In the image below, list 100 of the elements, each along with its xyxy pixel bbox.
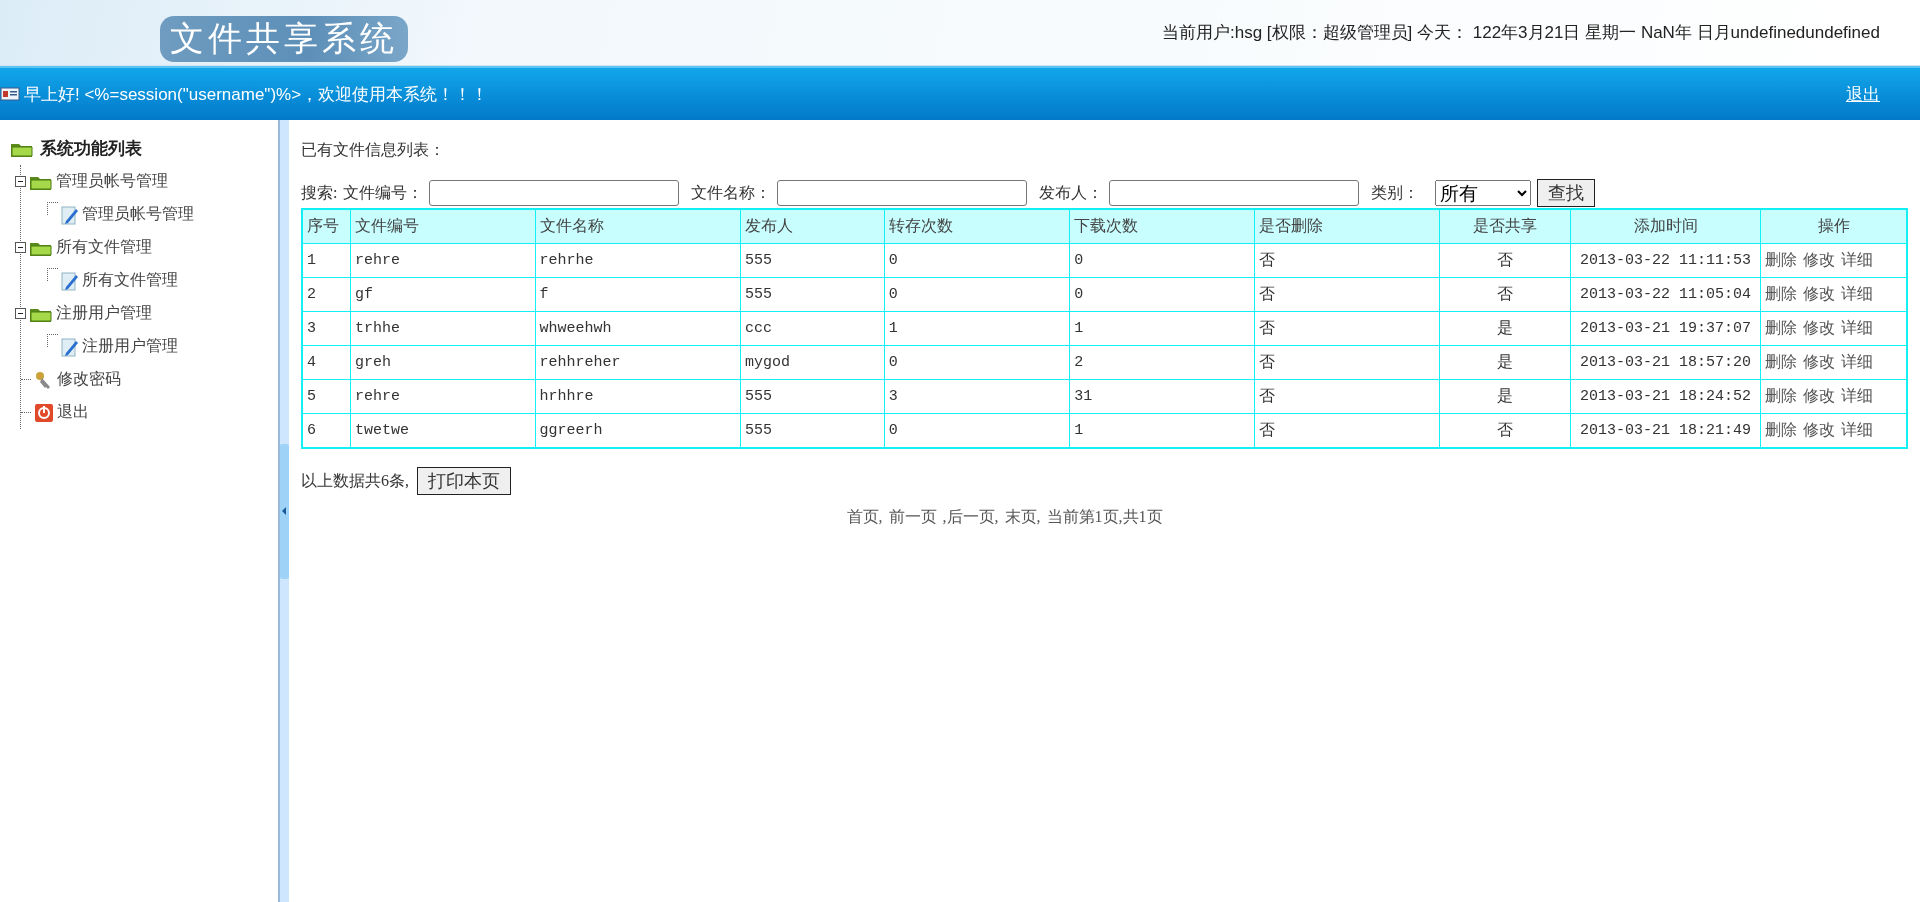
action-link[interactable]: 删除 bbox=[1765, 353, 1798, 370]
column-header: 是否共享 bbox=[1439, 209, 1571, 244]
pager-link[interactable]: 当前第1页,共1页 bbox=[1046, 507, 1163, 528]
table-cell: 否 bbox=[1254, 243, 1440, 278]
record-count: 以上数据共6条, bbox=[301, 470, 409, 491]
table-cell: 是 bbox=[1439, 345, 1571, 380]
column-header: 文件名称 bbox=[535, 209, 741, 244]
logout-link[interactable]: 退出 bbox=[1846, 82, 1880, 106]
table-cell: rehrhe bbox=[535, 243, 741, 278]
column-header: 文件编号 bbox=[350, 209, 535, 244]
input-field[interactable] bbox=[1109, 180, 1360, 206]
action-link[interactable]: 修改 bbox=[1803, 285, 1836, 302]
input-field[interactable] bbox=[777, 180, 1028, 206]
column-header: 转存次数 bbox=[884, 209, 1070, 244]
action-link[interactable]: 修改 bbox=[1803, 353, 1836, 370]
action-link[interactable]: 删除 bbox=[1765, 387, 1798, 404]
table-cell: greh bbox=[350, 345, 535, 380]
collapse-handle[interactable] bbox=[280, 443, 289, 579]
print-button[interactable]: 打印本页 bbox=[417, 467, 511, 495]
pager-link[interactable]: ,后一页, bbox=[942, 507, 999, 528]
action-link[interactable]: 详细 bbox=[1841, 251, 1874, 268]
tree-item[interactable]: 管理员帐号管理 bbox=[56, 171, 168, 192]
pager-link[interactable]: 首页, bbox=[846, 507, 883, 528]
table-cell: 否 bbox=[1254, 311, 1440, 346]
notepad-pencil-icon bbox=[61, 336, 79, 357]
input-field[interactable] bbox=[429, 180, 680, 206]
action-link[interactable]: 详细 bbox=[1841, 421, 1874, 438]
category-select[interactable]: 所有 bbox=[1435, 180, 1532, 206]
search-label: 搜索: bbox=[301, 182, 338, 203]
column-header: 添加时间 bbox=[1570, 209, 1761, 244]
table-cell: 31 bbox=[1069, 379, 1255, 414]
tree-item[interactable]: 管理员帐号管理 bbox=[82, 204, 194, 225]
tree-item[interactable]: 所有文件管理 bbox=[82, 270, 178, 291]
table-cell: 否 bbox=[1254, 379, 1440, 414]
table-cell: 5 bbox=[302, 379, 351, 414]
field-label: 类别： bbox=[1371, 182, 1420, 203]
action-link[interactable]: 删除 bbox=[1765, 251, 1798, 268]
table-cell: 4 bbox=[302, 345, 351, 380]
action-link[interactable]: 删除 bbox=[1765, 421, 1798, 438]
action-link[interactable]: 修改 bbox=[1803, 251, 1836, 268]
site-logo: 文件共享系统 bbox=[160, 15, 408, 62]
action-link[interactable]: 详细 bbox=[1841, 387, 1874, 404]
table-cell: rehre bbox=[350, 243, 535, 278]
column-header: 是否删除 bbox=[1254, 209, 1440, 244]
column-header: 操作 bbox=[1760, 209, 1907, 244]
table-cell: 2013-03-21 18:57:20 bbox=[1570, 345, 1761, 380]
action-link[interactable]: 修改 bbox=[1803, 387, 1836, 404]
table-cell: 3 bbox=[884, 379, 1070, 414]
notepad-pencil-icon bbox=[61, 204, 79, 225]
table-cell: rehre bbox=[350, 379, 535, 414]
action-link[interactable]: 详细 bbox=[1841, 285, 1874, 302]
field-label: 文件编号： bbox=[343, 182, 424, 203]
table-cell: f bbox=[535, 277, 741, 312]
table-cell: 555 bbox=[740, 243, 885, 278]
pager-link[interactable]: 前一页 bbox=[888, 507, 937, 528]
tree-item[interactable]: 注册用户管理 bbox=[82, 336, 178, 357]
collapse-toggle[interactable] bbox=[15, 308, 26, 319]
list-heading: 已有文件信息列表： bbox=[301, 140, 446, 160]
tree-item[interactable]: 退出 bbox=[57, 402, 89, 423]
table-cell: ccc bbox=[740, 311, 885, 346]
action-link[interactable]: 详细 bbox=[1841, 319, 1874, 336]
table-cell: 0 bbox=[884, 345, 1070, 380]
table-cell: 555 bbox=[740, 379, 885, 414]
user-info: 当前用户:hsg [权限：超级管理员] 今天： 122年3月21日 星期一 NaN年 日月undefinedundefined bbox=[1161, 22, 1880, 44]
tree-title: 系统功能列表 bbox=[40, 138, 142, 160]
action-link[interactable]: 详细 bbox=[1841, 353, 1874, 370]
table-cell: rehhreher bbox=[535, 345, 741, 380]
table-cell: 0 bbox=[1069, 277, 1255, 312]
action-link[interactable]: 删除 bbox=[1765, 319, 1798, 336]
collapse-toggle[interactable] bbox=[15, 176, 26, 187]
tree-item[interactable]: 注册用户管理 bbox=[56, 303, 152, 324]
table-cell: 是 bbox=[1439, 379, 1571, 414]
table-cell: 2013-03-21 19:37:07 bbox=[1570, 311, 1761, 346]
table-cell: mygod bbox=[740, 345, 885, 380]
pager-link[interactable]: 末页, bbox=[1004, 507, 1041, 528]
field-label: 文件名称： bbox=[691, 182, 772, 203]
power-icon bbox=[34, 402, 54, 423]
field-label: 发布人： bbox=[1039, 182, 1104, 203]
table-cell: 否 bbox=[1254, 345, 1440, 380]
find-button[interactable]: 查找 bbox=[1537, 179, 1596, 207]
table-cell: 0 bbox=[1069, 243, 1255, 278]
table-cell: 2013-03-21 18:24:52 bbox=[1570, 379, 1761, 414]
table-cell: 2013-03-22 11:05:04 bbox=[1570, 277, 1761, 312]
action-link[interactable]: 删除 bbox=[1765, 285, 1798, 302]
action-link[interactable]: 修改 bbox=[1803, 319, 1836, 336]
table-cell: 否 bbox=[1254, 277, 1440, 312]
action-link[interactable]: 修改 bbox=[1803, 421, 1836, 438]
table-cell: 2 bbox=[1069, 345, 1255, 380]
table-cell: 是 bbox=[1439, 311, 1571, 346]
tree-item[interactable]: 修改密码 bbox=[57, 369, 121, 390]
collapse-toggle[interactable] bbox=[15, 242, 26, 253]
table-cell: whweehwh bbox=[535, 311, 741, 346]
table-cell: 0 bbox=[884, 277, 1070, 312]
table-cell: 1 bbox=[884, 311, 1070, 346]
column-header: 下载次数 bbox=[1069, 209, 1255, 244]
table-cell: 否 bbox=[1439, 243, 1571, 278]
tree-item[interactable]: 所有文件管理 bbox=[56, 237, 152, 258]
table-cell: 3 bbox=[302, 311, 351, 346]
notepad-pencil-icon bbox=[61, 270, 79, 291]
table-cell: gf bbox=[350, 277, 535, 312]
